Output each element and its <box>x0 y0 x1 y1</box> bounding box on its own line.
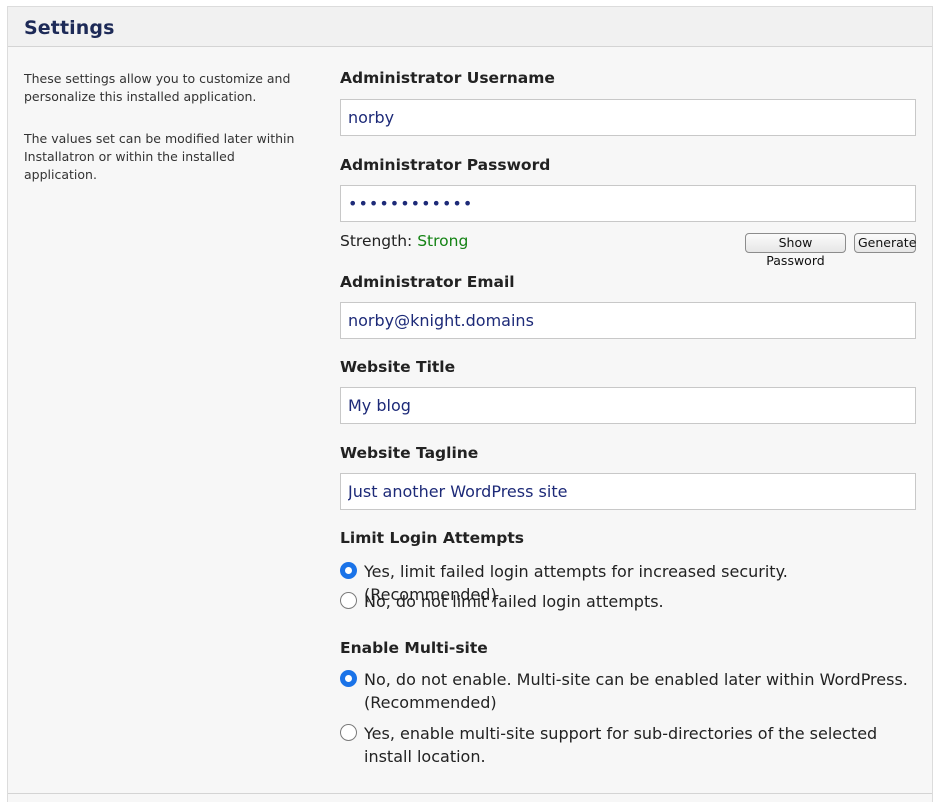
show-password-button[interactable]: Show Password <box>745 233 846 268</box>
limit-login-label: Limit Login Attempts <box>340 529 525 547</box>
multisite-option-no[interactable]: No, do not enable. Multi-site can be ena… <box>340 668 920 716</box>
panel-header: Settings <box>8 7 932 47</box>
settings-description: These settings allow you to customize an… <box>24 71 291 104</box>
settings-panel: Settings These settings allow you to cus… <box>7 6 933 802</box>
admin-email-label: Administrator Email <box>340 273 515 291</box>
password-strength-value: Strong <box>417 232 469 250</box>
multisite-option-yes[interactable]: Yes, enable multi-site support for sub-d… <box>340 722 920 770</box>
admin-username-input[interactable] <box>340 99 916 136</box>
panel-title: Settings <box>24 17 115 39</box>
website-title-label: Website Title <box>340 358 456 376</box>
password-strength: Strength: Strong <box>340 232 468 250</box>
multisite-yes-radio[interactable] <box>340 724 357 741</box>
password-strength-label: Strength: <box>340 232 413 250</box>
multisite-yes-label: Yes, enable multi-site support for sub-d… <box>364 724 878 766</box>
limit-login-yes-radio[interactable] <box>340 562 357 579</box>
website-title-input[interactable] <box>340 387 916 424</box>
multisite-label: Enable Multi-site <box>340 639 488 657</box>
multisite-no-label: No, do not enable. Multi-site can be ena… <box>364 670 908 712</box>
generate-password-button[interactable]: Generate <box>854 233 916 253</box>
limit-login-no-label: No, do not limit failed login attempts. <box>364 592 664 611</box>
admin-password-input[interactable] <box>340 185 916 222</box>
multisite-no-radio[interactable] <box>340 670 357 687</box>
limit-login-option-yes[interactable]: Yes, limit failed login attempts for inc… <box>340 560 920 604</box>
admin-email-input[interactable] <box>340 302 916 339</box>
admin-password-label: Administrator Password <box>340 156 551 174</box>
panel-bottom-divider <box>8 793 932 794</box>
limit-login-no-radio[interactable] <box>340 592 357 609</box>
website-tagline-label: Website Tagline <box>340 444 479 462</box>
limit-login-option-no[interactable]: No, do not limit failed login attempts. <box>340 590 920 614</box>
admin-username-label: Administrator Username <box>340 69 555 87</box>
settings-description-note: The values set can be modified later wit… <box>24 131 295 182</box>
website-tagline-input[interactable] <box>340 473 916 510</box>
